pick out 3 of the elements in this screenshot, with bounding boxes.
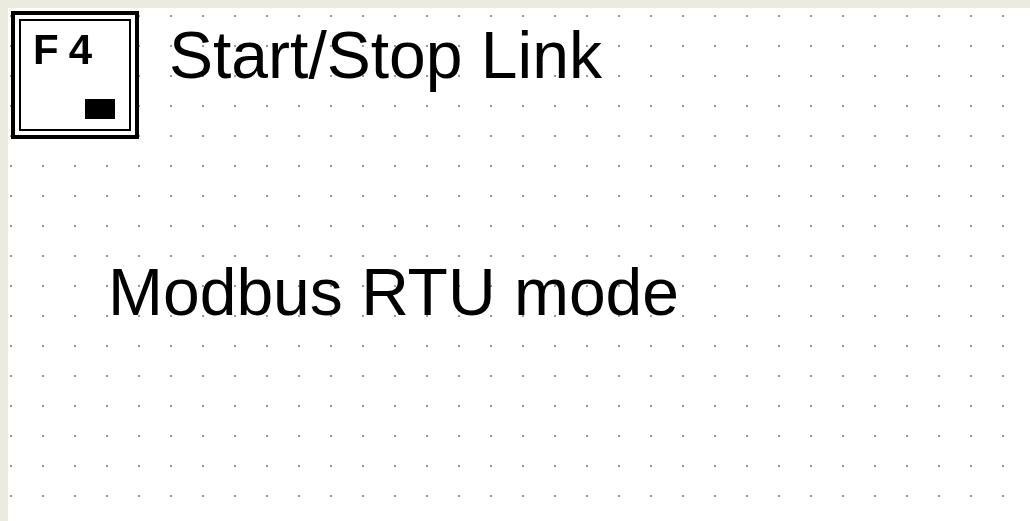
bar-icon	[85, 99, 115, 119]
function-key-button[interactable]: F4	[11, 11, 139, 139]
mode-text: Modbus RTU mode	[108, 255, 680, 329]
